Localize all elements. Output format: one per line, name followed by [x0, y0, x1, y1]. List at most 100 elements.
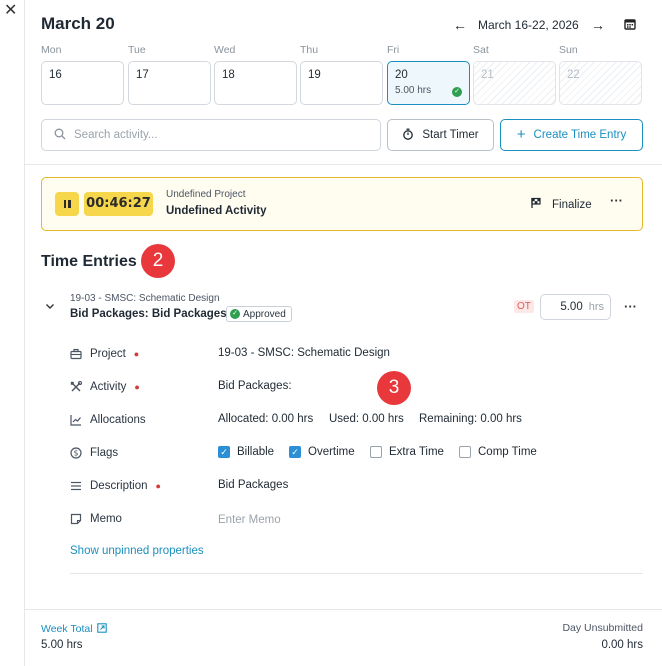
tools-icon	[70, 380, 83, 393]
required-marker: ●	[134, 382, 140, 392]
flag-overtime[interactable]: ✓ Overtime	[289, 446, 355, 458]
start-timer-label: Start Timer	[422, 129, 479, 141]
more-options-icon[interactable]: ···	[610, 193, 623, 208]
status-badge: ✓ Approved	[226, 306, 292, 322]
timer-elapsed: 00:46:27	[84, 192, 153, 216]
hours-value: 5.00	[560, 301, 583, 313]
search-icon	[54, 128, 66, 143]
day-card-wed[interactable]: 18	[214, 61, 297, 105]
flag-comp-time[interactable]: Comp Time	[459, 446, 537, 458]
chevron-down-icon[interactable]	[44, 300, 56, 312]
day-number: 18	[222, 69, 235, 81]
search-input[interactable]: Search activity...	[41, 119, 381, 151]
checkbox-checked-icon[interactable]: ✓	[289, 446, 301, 458]
week-total-value: 5.00 hrs	[41, 639, 83, 651]
day-number: 22	[567, 69, 580, 81]
day-unsubmitted-label: Day Unsubmitted	[562, 622, 643, 634]
check-circle-icon: ✓	[452, 87, 462, 97]
day-label-sun: Sun	[559, 44, 578, 56]
allocated-value: Allocated: 0.00 hrs	[218, 413, 314, 425]
day-number: 20	[395, 69, 408, 81]
day-card-fri[interactable]: 20 5.00 hrs ✓	[387, 61, 470, 105]
stopwatch-icon	[402, 128, 414, 143]
menu-lines-icon	[70, 480, 82, 492]
memo-input[interactable]: Enter Memo	[218, 514, 281, 526]
project-value[interactable]: 19-03 - SMSC: Schematic Design	[218, 347, 390, 359]
timer-project: Undefined Project	[166, 189, 246, 200]
prop-label: Flags	[90, 447, 119, 459]
page-title: March 20	[41, 14, 115, 33]
entry-activity: Bid Packages: Bid Packages	[70, 308, 227, 320]
entry-project: 19-03 - SMSC: Schematic Design	[70, 293, 220, 304]
prop-flags: $ Flags	[70, 443, 118, 463]
arrow-right-icon[interactable]: →	[590, 17, 606, 33]
day-card-mon[interactable]: 16	[41, 61, 124, 105]
start-timer-button[interactable]: Start Timer	[387, 119, 494, 151]
more-options-icon[interactable]: ···	[624, 299, 637, 314]
show-unpinned-link[interactable]: Show unpinned properties	[70, 545, 204, 557]
flag-icon	[530, 197, 542, 212]
search-placeholder: Search activity...	[74, 129, 158, 141]
week-total-link[interactable]: Week Total	[41, 622, 107, 636]
annotation-badge-3: 3	[377, 371, 411, 405]
day-label-mon: Mon	[41, 44, 62, 56]
prop-label: Project	[90, 348, 126, 360]
activity-value[interactable]: Bid Packages:	[218, 380, 292, 392]
used-value: Used: 0.00 hrs	[329, 413, 404, 425]
dollar-icon: $	[70, 447, 82, 459]
finalize-label: Finalize	[552, 198, 592, 211]
day-number: 16	[49, 69, 62, 81]
calendar-icon[interactable]	[624, 18, 636, 30]
divider	[25, 609, 662, 610]
divider	[25, 164, 662, 165]
day-card-sat[interactable]: 21	[473, 61, 556, 105]
svg-text:$: $	[74, 449, 79, 458]
prop-label: Memo	[90, 513, 122, 525]
day-card-tue[interactable]: 17	[128, 61, 211, 105]
day-number: 21	[481, 69, 494, 81]
create-time-entry-button[interactable]: + Create Time Entry	[500, 119, 643, 151]
prop-description: Description ●	[70, 476, 161, 496]
prop-allocations: Allocations	[70, 410, 146, 430]
timer-activity: Undefined Activity	[166, 205, 267, 217]
hours-input[interactable]: 5.00 hrs	[540, 294, 611, 320]
remaining-value: Remaining: 0.00 hrs	[419, 413, 522, 425]
day-label-fri: Fri	[387, 44, 400, 56]
flag-label: Comp Time	[478, 446, 537, 458]
finalize-button[interactable]: Finalize	[530, 197, 592, 212]
flag-label: Billable	[237, 446, 275, 458]
prop-label: Activity	[90, 381, 127, 393]
overtime-badge: OT	[514, 300, 534, 313]
plus-icon: +	[516, 126, 526, 143]
flag-label: Overtime	[308, 446, 355, 458]
day-label-wed: Wed	[214, 44, 236, 56]
close-icon[interactable]: ✕	[4, 3, 18, 19]
create-time-entry-label: Create Time Entry	[533, 129, 627, 141]
annotation-badge-2: 2	[141, 244, 175, 278]
week-range: March 16-22, 2026	[478, 18, 579, 32]
checkbox-checked-icon[interactable]: ✓	[218, 446, 230, 458]
hours-unit: hrs	[588, 301, 604, 313]
day-label-thu: Thu	[300, 44, 319, 56]
description-value[interactable]: Bid Packages	[218, 479, 288, 491]
chart-icon	[70, 414, 82, 426]
arrow-left-icon[interactable]: ←	[452, 17, 468, 33]
status-label: Approved	[243, 308, 286, 320]
day-card-sun[interactable]: 22	[559, 61, 642, 105]
briefcase-icon	[70, 348, 82, 360]
checkbox-unchecked-icon[interactable]	[370, 446, 382, 458]
panel-divider	[24, 0, 25, 666]
note-icon	[70, 513, 82, 525]
day-number: 19	[308, 69, 321, 81]
checkbox-unchecked-icon[interactable]	[459, 446, 471, 458]
flag-label: Extra Time	[389, 446, 444, 458]
flag-billable[interactable]: ✓ Billable	[218, 446, 274, 458]
prop-label: Description	[90, 480, 148, 492]
pause-button[interactable]	[55, 192, 79, 216]
prop-activity: Activity ●	[70, 377, 140, 397]
divider	[70, 573, 643, 574]
prop-memo: Memo	[70, 509, 122, 529]
external-link-icon	[96, 622, 107, 636]
day-card-thu[interactable]: 19	[300, 61, 383, 105]
flag-extra-time[interactable]: Extra Time	[370, 446, 444, 458]
